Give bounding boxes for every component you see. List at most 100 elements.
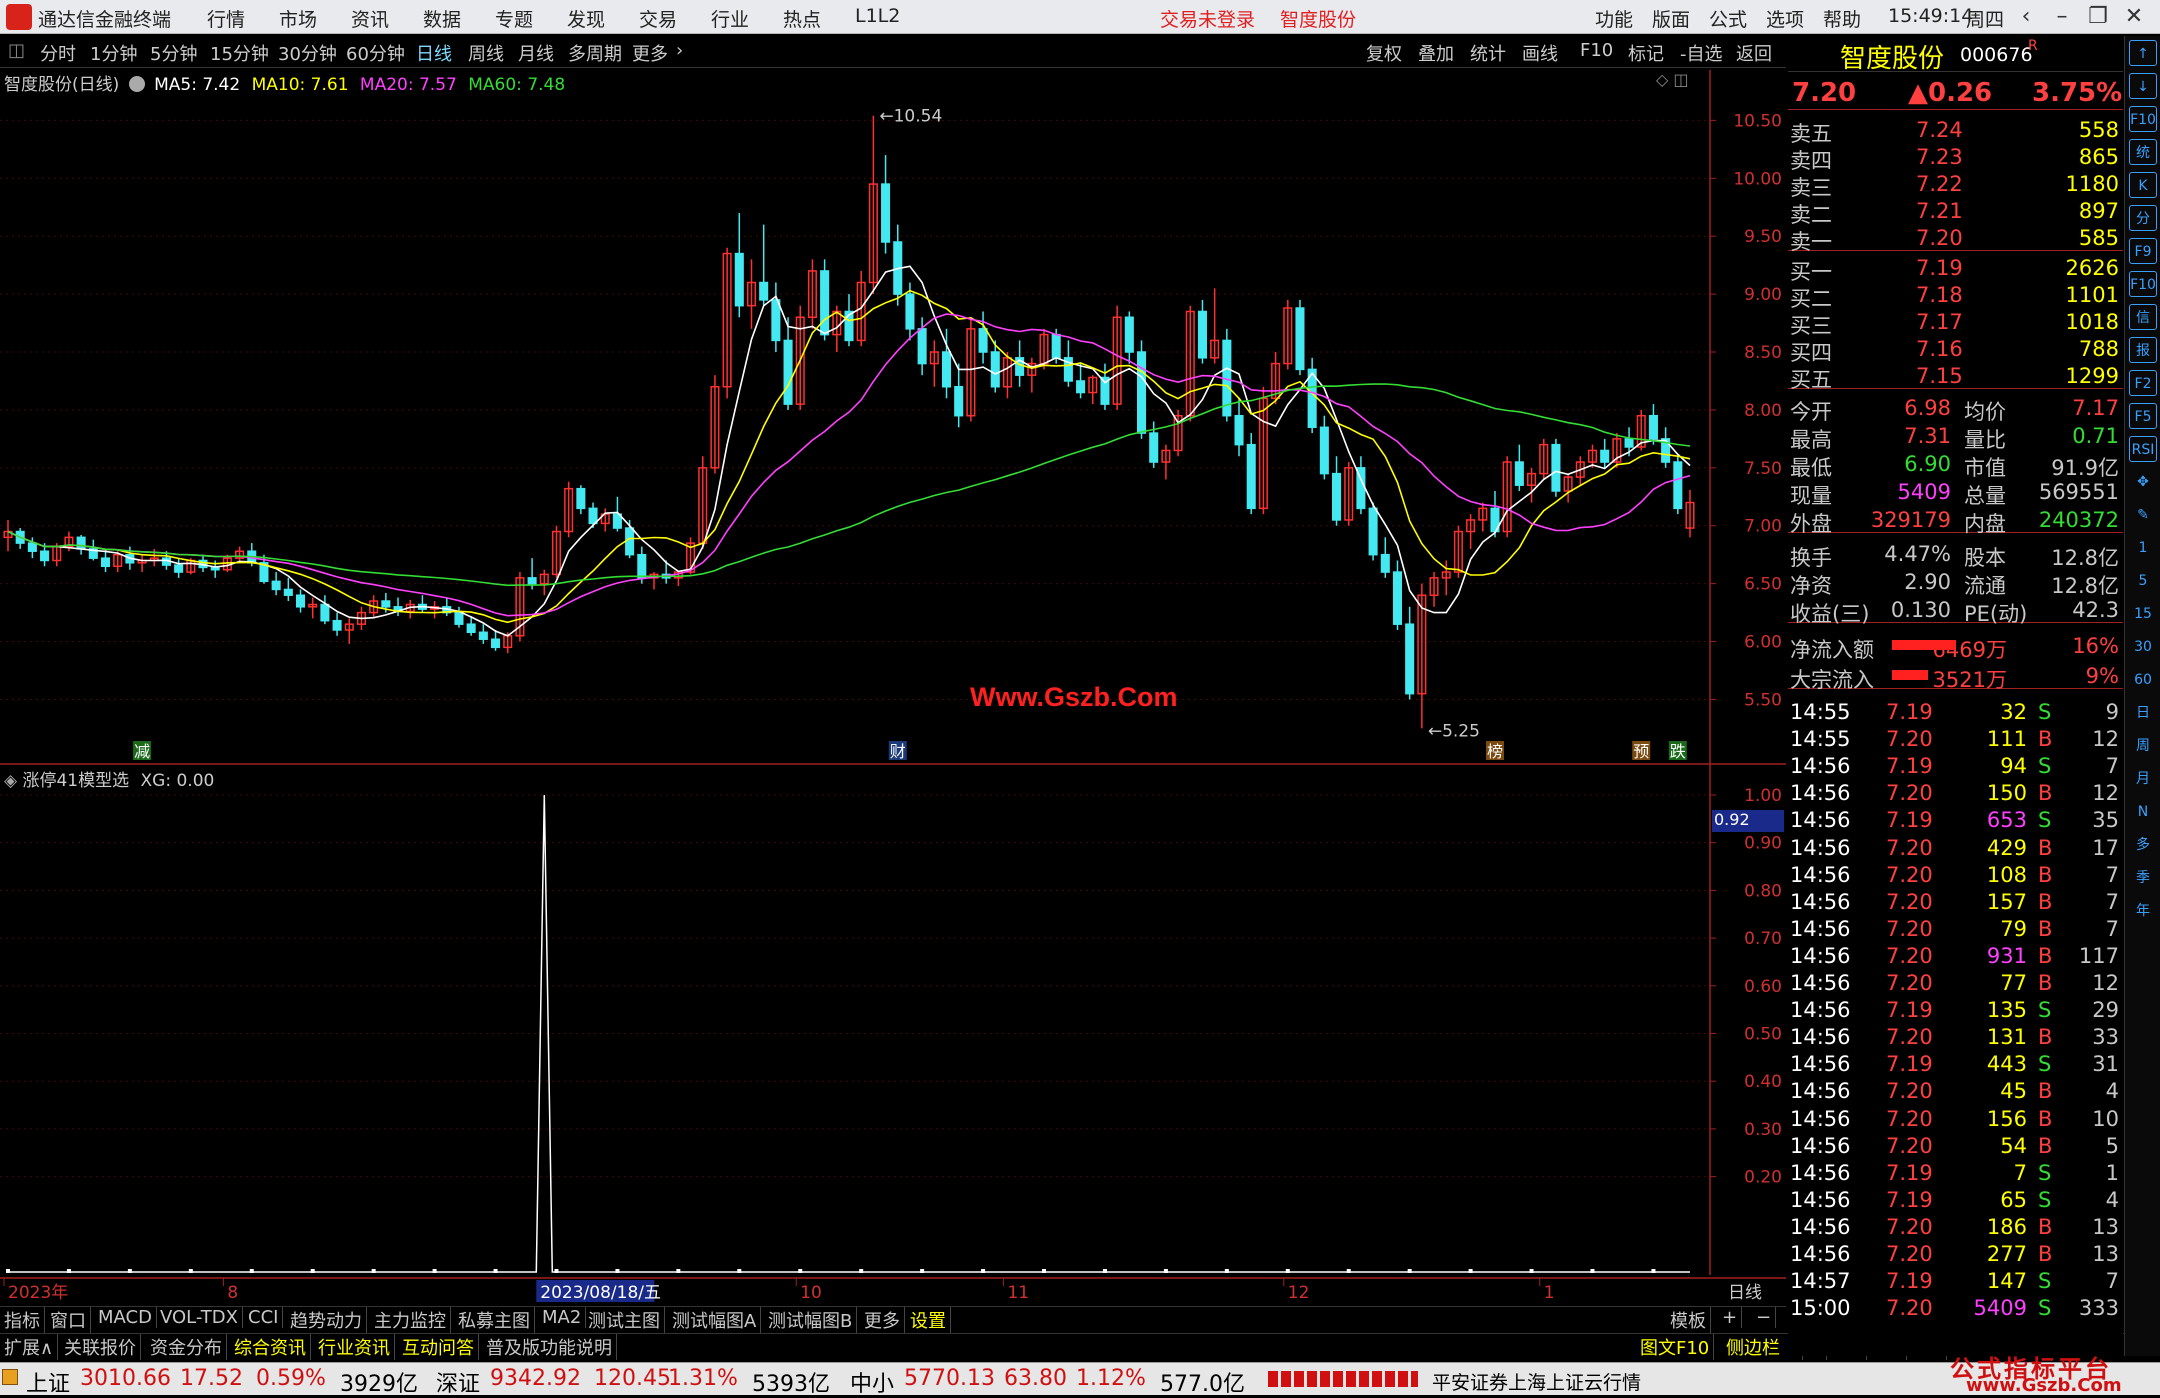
btab-more[interactable]: 更多 xyxy=(860,1307,905,1333)
tick-time: 14:56 xyxy=(1790,754,1851,779)
itab-hangye[interactable]: 行业资讯 xyxy=(314,1334,395,1360)
itab-hudong[interactable]: 互动问答 xyxy=(398,1334,479,1360)
tick-volume: 653 xyxy=(1986,808,2027,833)
x-tick-label: 1 xyxy=(1544,1283,1555,1303)
btab-chuangkou[interactable]: 窗口 xyxy=(46,1307,91,1333)
sh-label[interactable]: 上证 xyxy=(26,1366,70,1398)
side-tool-6[interactable]: F9 xyxy=(2129,238,2157,264)
tick-row: 14:55 7.20 111 B 12 xyxy=(1788,725,2123,752)
tick-row: 14:56 7.20 429 B 17 xyxy=(1788,834,2123,861)
tick-volume: 5409 xyxy=(1973,1296,2027,1321)
side-tool-7[interactable]: F10 xyxy=(2129,271,2157,297)
sz-label[interactable]: 深证 xyxy=(436,1366,480,1398)
tick-time: 14:56 xyxy=(1790,943,1851,968)
sub-y-tick-label: 0.90 xyxy=(1744,834,1782,854)
stat-value: 6.98 xyxy=(1904,396,1951,420)
side-tool-5[interactable]: 分 xyxy=(2129,205,2157,231)
itab-f10[interactable]: 图文F10 xyxy=(1636,1334,1715,1360)
tick-count: 1 xyxy=(2105,1160,2119,1185)
side-tool-2[interactable]: F10 xyxy=(2129,106,2157,132)
itab-zijin[interactable]: 资金分布 xyxy=(146,1334,227,1360)
side-tool-0[interactable]: ↑ xyxy=(2129,40,2157,66)
side-tool-26[interactable]: 年 xyxy=(2129,898,2157,924)
btab-plus[interactable]: + xyxy=(1718,1307,1743,1328)
sub-legend-icon[interactable]: ◈ xyxy=(4,771,17,791)
side-tool-11[interactable]: F5 xyxy=(2129,403,2157,429)
side-tool-23[interactable]: N xyxy=(2129,799,2157,825)
btab-minus[interactable]: − xyxy=(1752,1307,1777,1328)
tick-time: 14:55 xyxy=(1790,727,1851,752)
tick-side: S xyxy=(2038,1269,2052,1294)
btab-qushi[interactable]: 趋势动力 xyxy=(286,1307,367,1333)
side-tool-19[interactable]: 60 xyxy=(2129,667,2157,693)
side-tool-18[interactable]: 30 xyxy=(2129,634,2157,660)
signal-point xyxy=(676,1269,681,1273)
signal-point xyxy=(310,1269,315,1273)
side-tool-24[interactable]: 多 xyxy=(2129,832,2157,858)
side-tool-8[interactable]: 信 xyxy=(2129,304,2157,330)
btab-ceshi-b[interactable]: 测试幅图B xyxy=(764,1307,858,1333)
side-tool-9[interactable]: 报 xyxy=(2129,337,2157,363)
btab-settings[interactable]: 设置 xyxy=(906,1307,951,1333)
market-breadth-bar xyxy=(1268,1371,1418,1387)
btab-ceshi-main[interactable]: 测试主图 xyxy=(584,1307,665,1333)
candle-body xyxy=(1380,553,1390,573)
restore-icon[interactable]: ❐ xyxy=(2080,2,2116,32)
btab-ma2[interactable]: MA2 xyxy=(538,1307,587,1328)
candle-body xyxy=(759,281,769,301)
side-tool-15[interactable]: 1 xyxy=(2129,535,2157,561)
candle-body xyxy=(1124,316,1134,353)
side-tool-25[interactable]: 季 xyxy=(2129,865,2157,891)
btab-cci[interactable]: CCI xyxy=(244,1307,284,1328)
chart-expand-icon[interactable]: ◇ ◫ xyxy=(1656,70,1689,89)
side-tool-3[interactable]: 统 xyxy=(2129,139,2157,165)
btab-macd[interactable]: MACD xyxy=(94,1307,157,1328)
candle-body xyxy=(1405,623,1415,695)
side-tool-22[interactable]: 月 xyxy=(2129,766,2157,792)
candle-body xyxy=(905,293,915,330)
candle-body xyxy=(174,564,184,573)
side-tool-4[interactable]: K xyxy=(2129,172,2157,198)
back-icon[interactable]: ‹ xyxy=(2008,2,2044,32)
menu-bangzhu[interactable]: 帮助 xyxy=(1823,5,1861,32)
quote-panel: 智度股份 000676 R 7.20 ▲0.26 3.75% 卖五 7.24 558… xyxy=(1788,36,2123,1356)
side-tool-17[interactable]: 15 xyxy=(2129,601,2157,627)
itab-zonghe[interactable]: 综合资讯 xyxy=(230,1334,311,1360)
candle-body xyxy=(783,339,793,405)
quote-price-row: 7.20 ▲0.26 3.75% xyxy=(1788,78,2123,110)
candle-body xyxy=(576,487,586,510)
btab-template[interactable]: 模板 xyxy=(1666,1307,1711,1333)
side-tool-10[interactable]: F2 xyxy=(2129,370,2157,396)
btab-simu[interactable]: 私募主图 xyxy=(454,1307,535,1333)
btab-vol[interactable]: VOL-TDX xyxy=(156,1307,243,1328)
side-tool-14[interactable]: ✎ xyxy=(2129,502,2157,528)
tick-volume: 94 xyxy=(2000,754,2027,779)
candle-body xyxy=(478,631,488,640)
itab-guanlian[interactable]: 关联报价 xyxy=(60,1334,141,1360)
minimize-icon[interactable]: – xyxy=(2044,2,2080,32)
bid-vol: 1299 xyxy=(2065,364,2119,388)
zx-label[interactable]: 中小 xyxy=(850,1366,894,1398)
side-tool-21[interactable]: 周 xyxy=(2129,733,2157,759)
legend-settings-icon[interactable] xyxy=(128,76,145,92)
side-tool-13[interactable]: ✥ xyxy=(2129,469,2157,495)
itab-expand[interactable]: 扩展∧ xyxy=(0,1334,59,1360)
close-icon[interactable]: ✕ xyxy=(2116,2,2152,32)
tick-side: B xyxy=(2038,1079,2053,1104)
btab-ceshi-a[interactable]: 测试幅图A xyxy=(668,1307,762,1333)
side-tool-12[interactable]: RSI xyxy=(2129,436,2157,462)
btab-zhibiao[interactable]: 指标 xyxy=(0,1307,45,1333)
stat-value: 7.31 xyxy=(1904,424,1951,448)
itab-puji[interactable]: 普及版功能说明 xyxy=(482,1334,617,1360)
btab-zhuli[interactable]: 主力监控 xyxy=(370,1307,451,1333)
tick-side: B xyxy=(2038,781,2053,806)
side-tool-16[interactable]: 5 xyxy=(2129,568,2157,594)
side-tool-1[interactable]: ↓ xyxy=(2129,73,2157,99)
chart-title: 智度股份(日线) xyxy=(4,75,120,95)
side-tool-20[interactable]: 日 xyxy=(2129,700,2157,726)
kline-chart-area[interactable]: ←10.54←5.25减财榜预跌 10.5010.009.509.008.508… xyxy=(0,0,1786,1320)
candle-body xyxy=(271,580,281,591)
tick-row: 14:56 7.20 108 B 7 xyxy=(1788,861,2123,888)
tick-side: S xyxy=(2038,808,2052,833)
tick-side: B xyxy=(2038,727,2053,752)
